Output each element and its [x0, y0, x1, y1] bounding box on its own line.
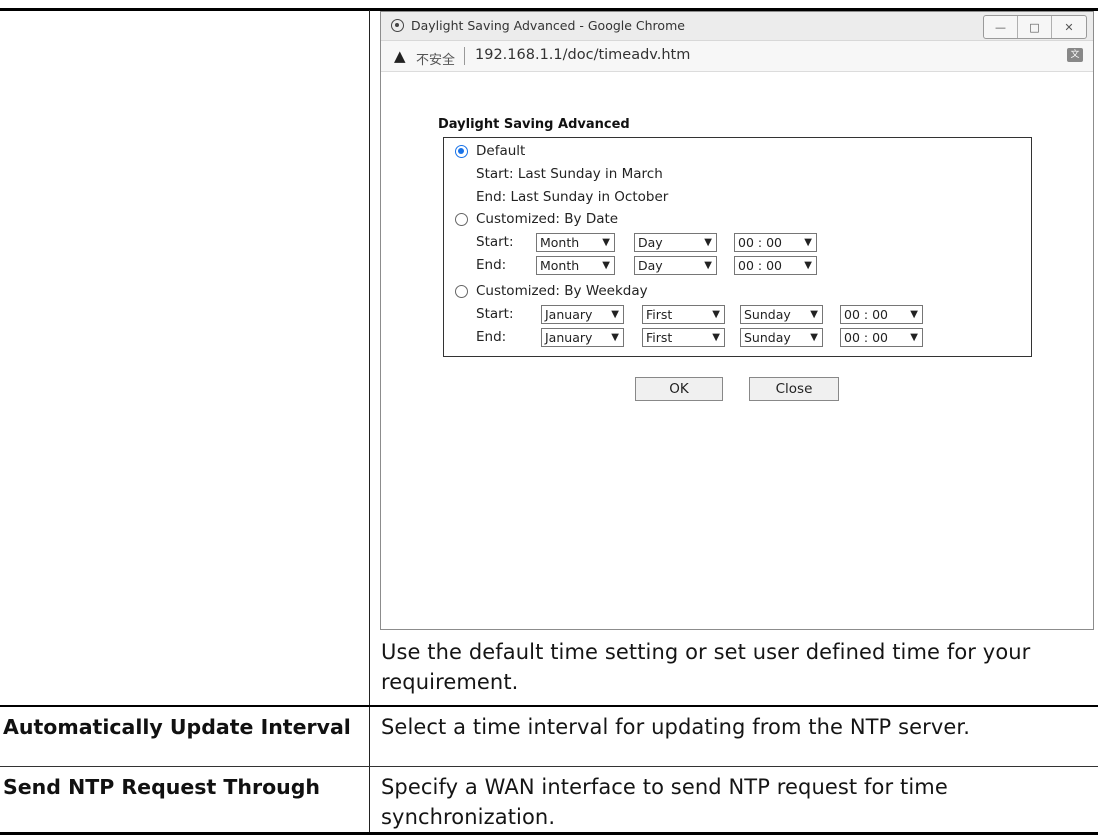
table-bottom-rule: [0, 832, 1098, 835]
by-weekday-end-label: End:: [476, 329, 507, 345]
manual-table: Daylight Saving Advanced - Google Chrome…: [0, 0, 1110, 840]
row-divider: [0, 705, 1098, 707]
url-text[interactable]: 192.168.1.1/doc/timeadv.htm: [475, 47, 690, 63]
auto-update-interval-label: Automatically Update Interval: [3, 715, 351, 739]
by-date-end-day-select[interactable]: Day ▼: [634, 256, 717, 275]
dialog-title: Daylight Saving Advanced: [438, 117, 630, 132]
default-radio[interactable]: [455, 145, 468, 158]
default-end-text: End: Last Sunday in October: [476, 189, 669, 205]
by-date-end-month-select[interactable]: Month ▼: [536, 256, 615, 275]
window-controls: — □ ✕: [983, 15, 1087, 39]
translate-icon[interactable]: 文: [1067, 48, 1083, 62]
warning-icon[interactable]: ▲: [394, 47, 406, 65]
by-weekday-end-time-select[interactable]: 00 : 00 ▼: [840, 328, 923, 347]
by-weekday-end-week-select[interactable]: First ▼: [642, 328, 725, 347]
by-weekday-start-week-select[interactable]: First ▼: [642, 305, 725, 324]
by-weekday-start-day-select[interactable]: Sunday ▼: [740, 305, 823, 324]
column-divider: [369, 10, 370, 833]
window-title: Daylight Saving Advanced - Google Chrome: [411, 18, 685, 33]
browser-window: Daylight Saving Advanced - Google Chrome…: [380, 11, 1094, 630]
address-separator: [464, 47, 465, 65]
by-weekday-start-label: Start:: [476, 306, 514, 322]
by-weekday-start-month-select[interactable]: January ▼: [541, 305, 624, 324]
by-weekday-end-day-select[interactable]: Sunday ▼: [740, 328, 823, 347]
send-ntp-request-description: Specify a WAN interface to send NTP requ…: [381, 775, 948, 829]
auto-update-interval-description: Select a time interval for updating from…: [381, 715, 971, 739]
close-button[interactable]: Close: [749, 377, 839, 401]
default-start-text: Start: Last Sunday in March: [476, 166, 663, 182]
insecure-label[interactable]: 不安全: [416, 49, 455, 68]
minimize-button[interactable]: —: [984, 16, 1018, 38]
by-date-start-time-select[interactable]: 00 : 00 ▼: [734, 233, 817, 252]
by-weekday-radio[interactable]: [455, 285, 468, 298]
by-date-radio[interactable]: [455, 213, 468, 226]
send-ntp-request-label: Send NTP Request Through: [3, 775, 321, 799]
by-date-start-month-select[interactable]: Month ▼: [536, 233, 615, 252]
address-bar[interactable]: ▲ 不安全 192.168.1.1/doc/timeadv.htm 文: [381, 41, 1093, 72]
by-weekday-start-time-select[interactable]: 00 : 00 ▼: [840, 305, 923, 324]
by-date-start-label: Start:: [476, 234, 514, 250]
maximize-button[interactable]: □: [1018, 16, 1052, 38]
default-label: Default: [476, 143, 526, 159]
by-date-end-time-select[interactable]: 00 : 00 ▼: [734, 256, 817, 275]
by-date-start-day-select[interactable]: Day ▼: [634, 233, 717, 252]
by-date-label: Customized: By Date: [476, 211, 619, 227]
row-divider: [0, 766, 1098, 767]
ok-button[interactable]: OK: [635, 377, 723, 401]
close-window-button[interactable]: ✕: [1052, 16, 1086, 38]
by-weekday-end-month-select[interactable]: January ▼: [541, 328, 624, 347]
default-description: Use the default time setting or set user…: [381, 640, 1031, 694]
title-bar: Daylight Saving Advanced - Google Chrome…: [381, 12, 1093, 41]
daylight-options-box: Default Start: Last Sunday in March End:…: [443, 137, 1032, 357]
by-weekday-label: Customized: By Weekday: [476, 283, 648, 299]
chrome-icon: [391, 19, 404, 32]
by-date-end-label: End:: [476, 257, 507, 273]
